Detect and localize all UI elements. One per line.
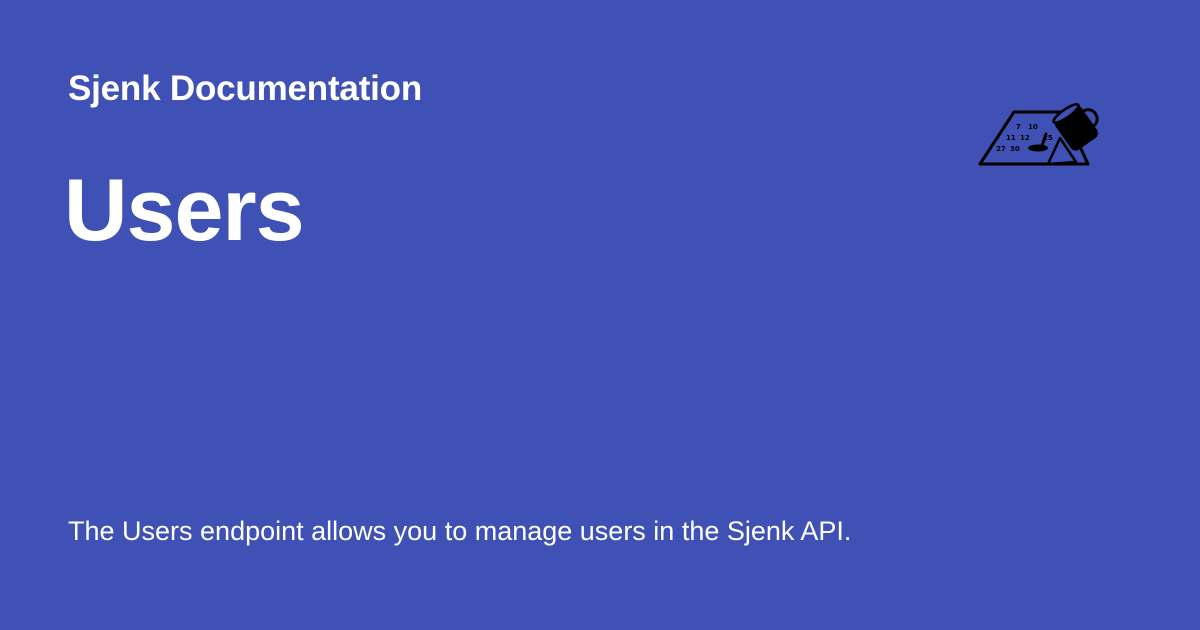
- sjenk-logo-icon: 7 10 11 12 25 27 30: [976, 90, 1112, 170]
- logo-number-11: 11: [1006, 134, 1016, 142]
- site-title: Sjenk Documentation: [68, 69, 423, 108]
- logo-number-27: 27: [996, 145, 1006, 153]
- logo-number-10: 10: [1028, 123, 1038, 131]
- page-description: The Users endpoint allows you to manage …: [68, 516, 852, 546]
- page-title: Users: [64, 160, 305, 259]
- logo-number-12: 12: [1020, 134, 1030, 142]
- logo-number-7: 7: [1016, 123, 1021, 131]
- logo-number-30: 30: [1010, 145, 1020, 153]
